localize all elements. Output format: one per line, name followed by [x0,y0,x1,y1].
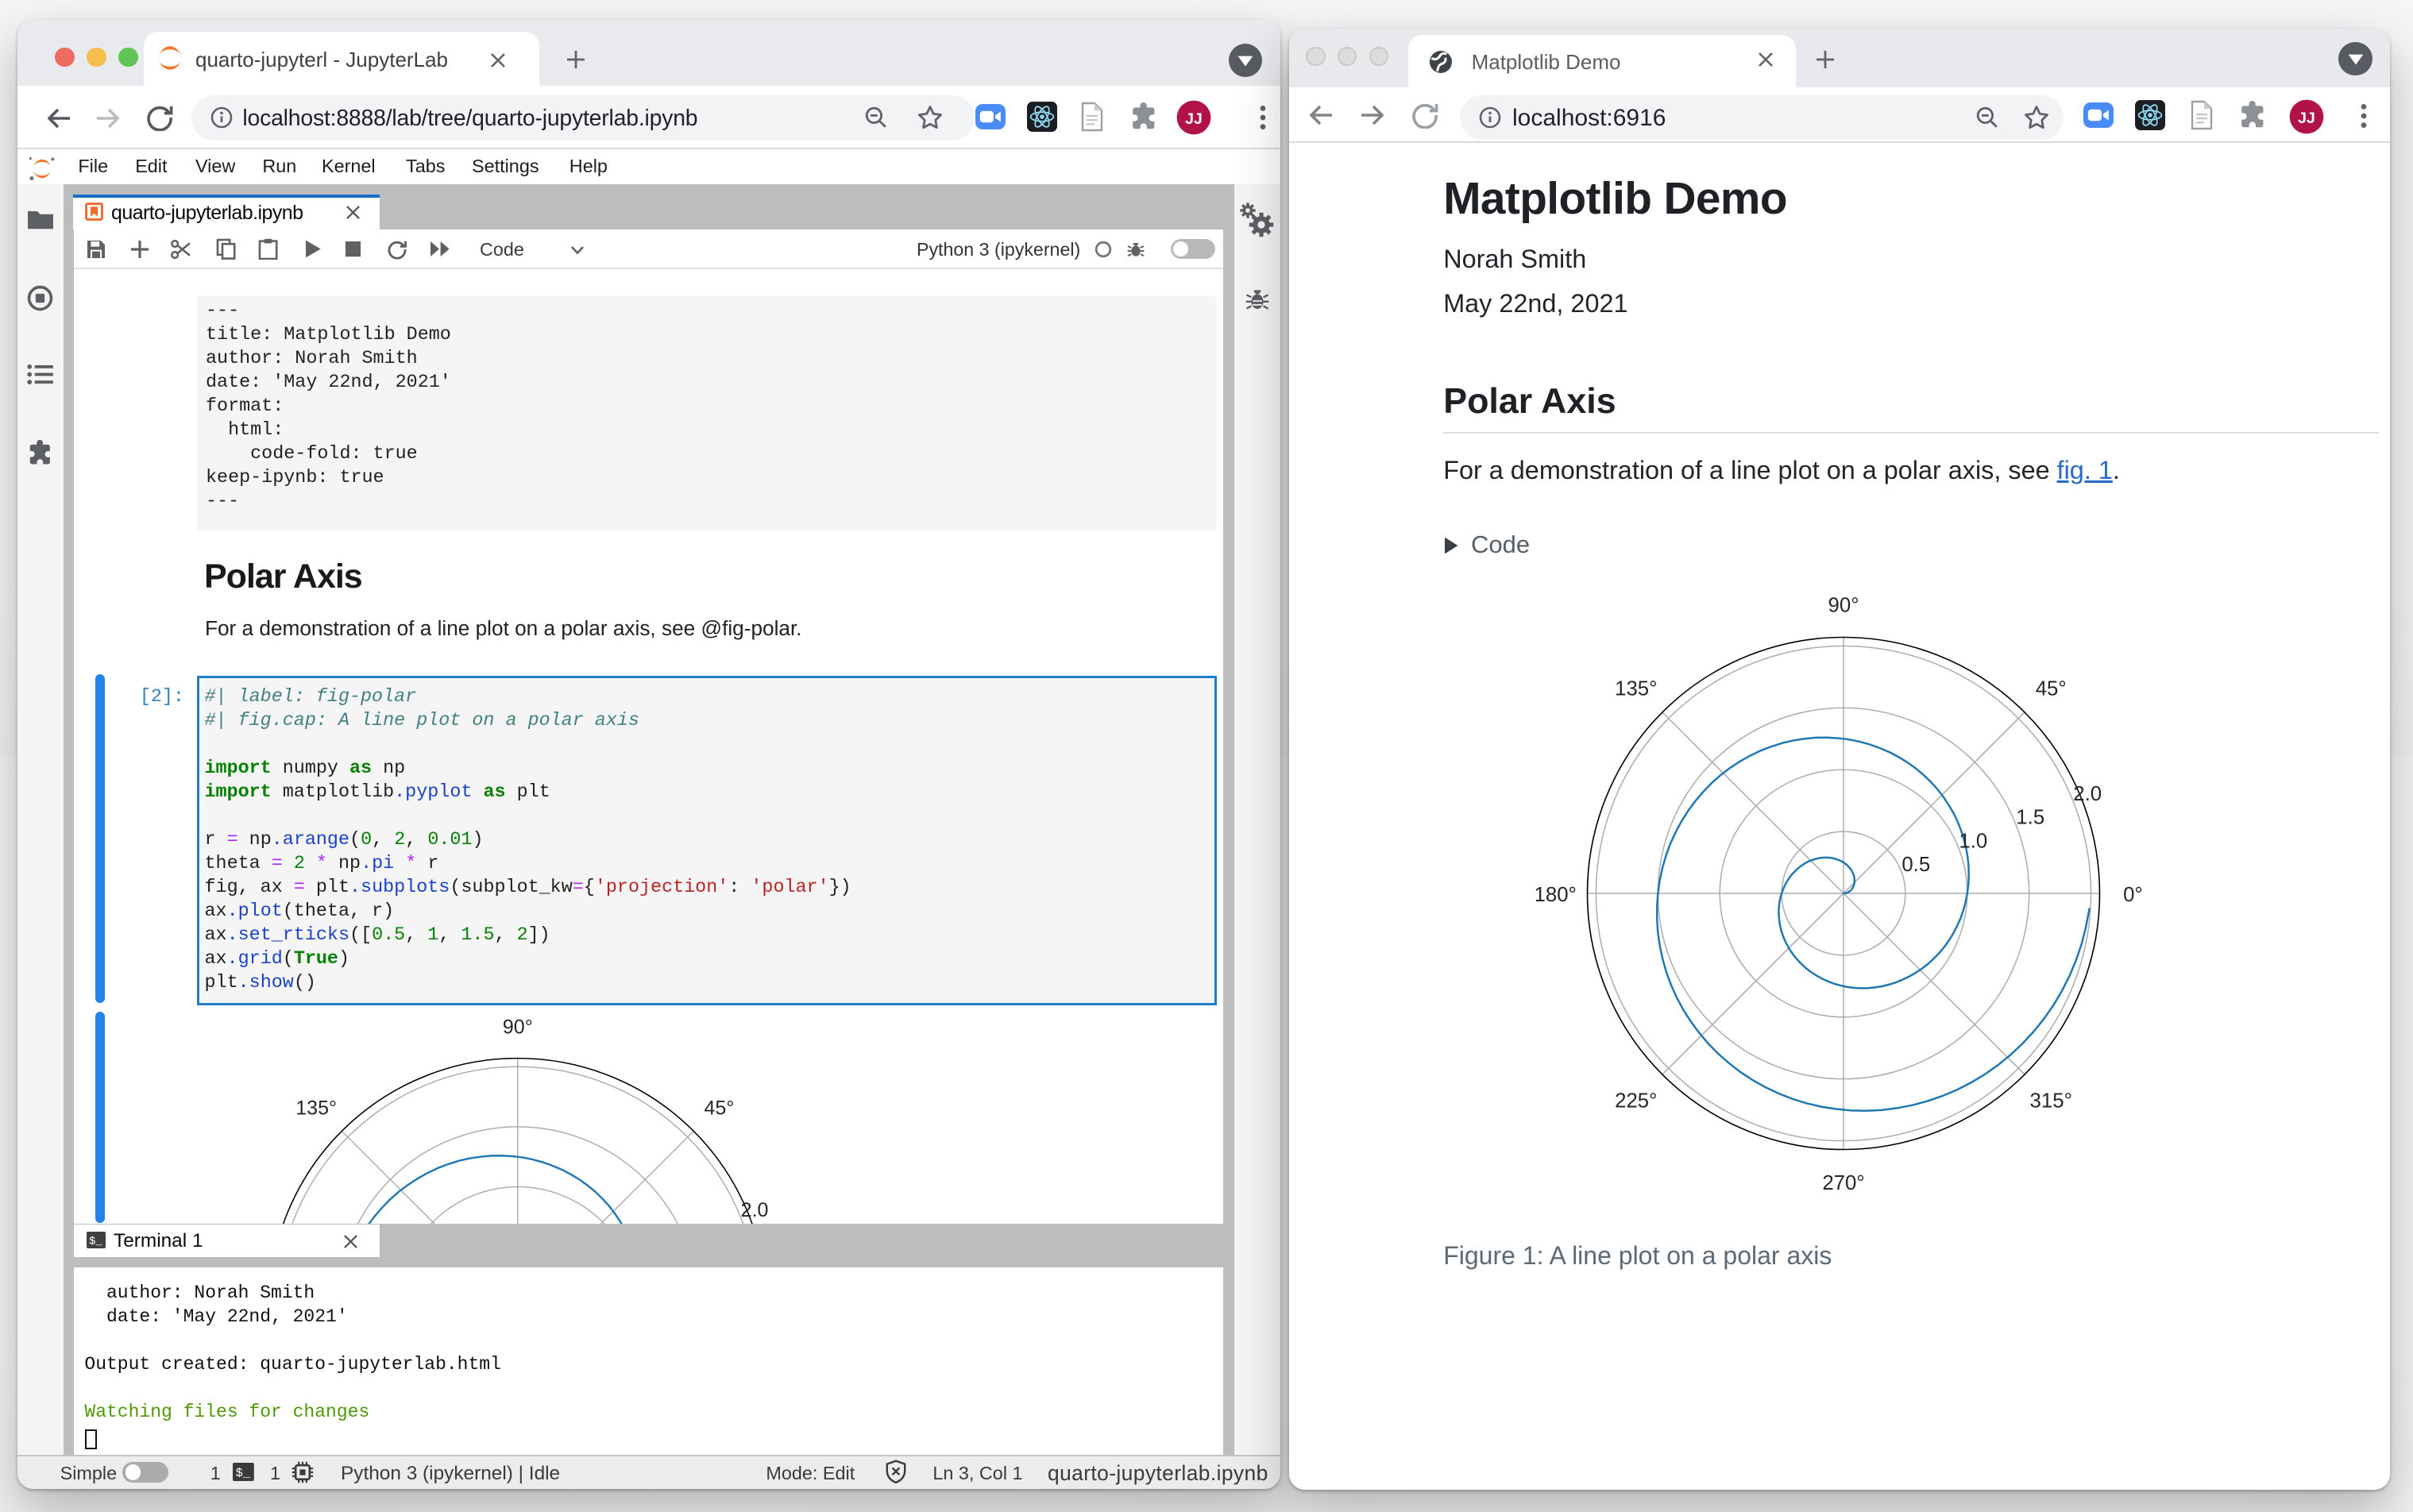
svg-text:JJ: JJ [2298,110,2315,127]
svg-text:JJ: JJ [1185,110,1203,128]
svg-text:$_: $_ [236,1466,251,1480]
svg-text:$_: $_ [89,1236,102,1248]
